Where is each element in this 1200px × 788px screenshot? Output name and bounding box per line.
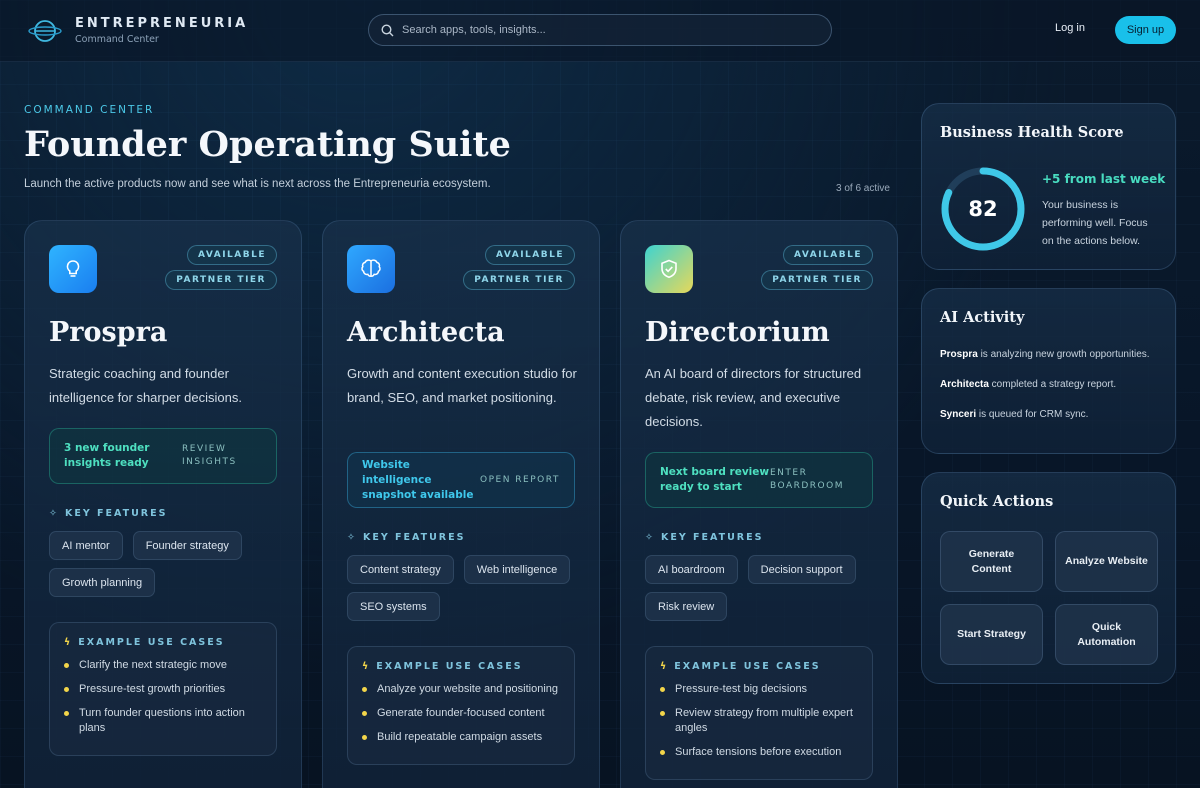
card-description: Growth and content execution studio for …: [347, 366, 577, 405]
use-cases-heading: ϟ EXAMPLE USE CASES: [660, 661, 821, 672]
start-strategy-button[interactable]: Start Strategy: [940, 604, 1043, 665]
quick-actions-panel: Quick Actions Generate Content Analyze W…: [921, 472, 1176, 684]
health-delta: +5 from last week: [1042, 172, 1166, 186]
health-message: Your business is performing well. Focus …: [1042, 199, 1148, 247]
search-bar[interactable]: [368, 14, 832, 46]
insight-callout[interactable]: Website intelligence snapshot available …: [347, 452, 575, 508]
hero-eyebrow: COMMAND CENTER: [24, 104, 155, 116]
product-card-directorium[interactable]: AVAILABLE PARTNER TIER Directorium An AI…: [620, 220, 898, 788]
partner-tier-badge: PARTNER TIER: [165, 270, 277, 290]
login-link[interactable]: Log in: [1055, 22, 1085, 34]
card-title: Architecta: [347, 317, 505, 348]
use-case-item: Pressure-test growth priorities: [64, 682, 262, 697]
ai-activity-panel: AI Activity Prospra is analyzing new gro…: [921, 288, 1176, 454]
key-features-heading: ✧ KEY FEATURES: [645, 532, 764, 543]
health-score-value: 82: [968, 197, 998, 221]
signup-button[interactable]: Sign up: [1115, 16, 1176, 44]
card-title: Directorium: [645, 317, 830, 348]
sparkle-icon: ✧: [347, 532, 357, 543]
available-badge: AVAILABLE: [783, 245, 873, 265]
use-case-item: Pressure-test big decisions: [660, 682, 858, 697]
use-case-item: Analyze your website and positioning: [362, 682, 560, 697]
sparkle-icon: ✧: [49, 508, 59, 519]
quick-actions-grid: Generate Content Analyze Website Start S…: [940, 531, 1158, 665]
shield-check-icon: [645, 245, 693, 293]
activity-item: Architecta completed a strategy report.: [940, 379, 1117, 390]
use-case-item: Clarify the next strategic move: [64, 658, 262, 673]
feature-chip[interactable]: Founder strategy: [132, 531, 242, 560]
use-case-item: Surface tensions before execution: [660, 745, 858, 760]
available-badge: AVAILABLE: [485, 245, 575, 265]
feature-chip[interactable]: AI boardroom: [645, 555, 738, 584]
insight-callout[interactable]: Next board review ready to start ENTER B…: [645, 452, 873, 508]
key-features-heading: ✧ KEY FEATURES: [49, 508, 168, 519]
use-cases-panel: ϟ EXAMPLE USE CASES Analyze your website …: [347, 646, 575, 765]
feature-chip[interactable]: Risk review: [645, 592, 728, 621]
product-card-prospra[interactable]: AVAILABLE PARTNER TIER Prospra Strategic…: [24, 220, 302, 788]
use-cases-heading: ϟ EXAMPLE USE CASES: [64, 637, 225, 648]
product-card-architecta[interactable]: AVAILABLE PARTNER TIER Architecta Growth…: [322, 220, 600, 788]
review-insights-button[interactable]: REVIEW INSIGHTS: [182, 443, 262, 469]
callout-text: Website intelligence snapshot available: [362, 458, 474, 501]
business-health-panel: Business Health Score 82 +5 from last we…: [921, 103, 1176, 270]
feature-chip[interactable]: Growth planning: [49, 568, 156, 597]
lightbulb-icon: [49, 245, 97, 293]
callout-text: Next board review ready to start: [660, 466, 770, 493]
use-case-item: Review strategy from multiple expert ang…: [660, 706, 858, 736]
partner-tier-badge: PARTNER TIER: [463, 270, 575, 290]
use-cases-panel: ϟ EXAMPLE USE CASES Clarify the next stra…: [49, 622, 277, 756]
panel-title: Business Health Score: [940, 124, 1124, 141]
enter-boardroom-button[interactable]: ENTER BOARDROOM: [770, 467, 858, 493]
partner-tier-badge: PARTNER TIER: [761, 270, 873, 290]
lightning-icon: ϟ: [660, 661, 669, 672]
feature-chips: AI mentor Founder strategy Growth planni…: [49, 531, 285, 597]
top-bar: ENTREPRENEURIA Command Center Log in Sig…: [0, 0, 1200, 62]
panel-title: Quick Actions: [940, 493, 1054, 510]
lightning-icon: ϟ: [64, 637, 73, 648]
panel-title: AI Activity: [940, 309, 1025, 326]
globe-logo-icon[interactable]: [28, 16, 62, 46]
brand-subtitle: Command Center: [75, 34, 159, 45]
brain-icon: [347, 245, 395, 293]
quick-automation-button[interactable]: Quick Automation: [1055, 604, 1158, 665]
feature-chip[interactable]: Decision support: [747, 555, 856, 584]
use-case-item: Build repeatable campaign assets: [362, 730, 560, 745]
active-count: 3 of 6 active: [836, 183, 890, 194]
card-description: Strategic coaching and founder intellige…: [49, 366, 242, 405]
use-cases-panel: ϟ EXAMPLE USE CASES Pressure-test big dec…: [645, 646, 873, 780]
feature-chips: Content strategy Web intelligence SEO sy…: [347, 555, 583, 621]
lightning-icon: ϟ: [362, 661, 371, 672]
use-cases-heading: ϟ EXAMPLE USE CASES: [362, 661, 523, 672]
search-icon: [381, 23, 394, 36]
feature-chip[interactable]: SEO systems: [347, 592, 440, 621]
brand[interactable]: ENTREPRENEURIA Command Center: [75, 16, 248, 45]
use-case-item: Generate founder-focused content: [362, 706, 560, 721]
use-case-item: Turn founder questions into action plans: [64, 706, 262, 736]
callout-text: 3 new founder insights ready: [64, 442, 150, 469]
analyze-website-button[interactable]: Analyze Website: [1055, 531, 1158, 592]
feature-chip[interactable]: AI mentor: [49, 531, 123, 560]
feature-chip[interactable]: Content strategy: [347, 555, 454, 584]
card-title: Prospra: [49, 317, 168, 348]
activity-item: Prospra is analyzing new growth opportun…: [940, 349, 1150, 360]
card-description: An AI board of directors for structured …: [645, 366, 862, 429]
generate-content-button[interactable]: Generate Content: [940, 531, 1043, 592]
page-title: Founder Operating Suite: [24, 124, 511, 165]
brand-name: ENTREPRENEURIA: [75, 16, 249, 31]
feature-chip[interactable]: Web intelligence: [463, 555, 571, 584]
open-report-button[interactable]: OPEN REPORT: [480, 474, 560, 487]
activity-list: Prospra is analyzing new growth opportun…: [940, 347, 1158, 437]
activity-item: Synceri is queued for CRM sync.: [940, 409, 1089, 420]
insight-callout[interactable]: 3 new founder insights ready REVIEW INSI…: [49, 428, 277, 484]
feature-chips: AI boardroom Decision support Risk revie…: [645, 555, 881, 621]
sparkle-icon: ✧: [645, 532, 655, 543]
available-badge: AVAILABLE: [187, 245, 277, 265]
key-features-heading: ✧ KEY FEATURES: [347, 532, 466, 543]
page-subtitle: Launch the active products now and see w…: [24, 178, 491, 190]
search-input[interactable]: [402, 24, 831, 36]
